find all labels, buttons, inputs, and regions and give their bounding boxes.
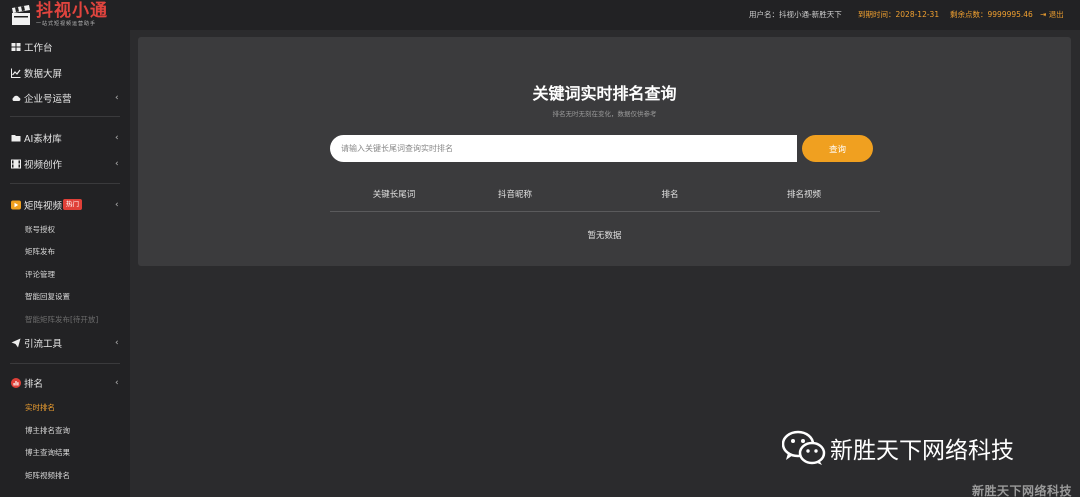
query-button[interactable]: 查询 — [802, 135, 873, 162]
folder-icon — [11, 133, 21, 143]
logo-subtitle: 一站式短视频运营助手 — [36, 21, 97, 27]
sidebar-item-workbench[interactable]: 工作台 — [0, 36, 130, 58]
sidebar-item-label: AI素材库 — [24, 134, 62, 145]
sidebar: 工作台 数据大屏 企业号运营 ‹ AI素材库 ‹ 视频创作 ‹ 矩阵视频 热门 … — [0, 30, 130, 497]
sidebar-item-label: 排名 — [24, 379, 44, 390]
sidebar-item-label: 矩阵视频 — [24, 201, 63, 212]
logout-button[interactable]: ⇥ 退出 — [1040, 9, 1064, 20]
sidebar-subitem-blogger-query-result[interactable]: 博主查询结果 — [25, 447, 70, 458]
sidebar-item-data-screen[interactable]: 数据大屏 — [0, 62, 130, 84]
table-header-divider — [330, 211, 880, 212]
sidebar-subitem-matrix-video-rank[interactable]: 矩阵视频排名 — [25, 470, 70, 481]
keyword-search-input[interactable] — [330, 135, 797, 162]
sidebar-item-label: 数据大屏 — [24, 69, 63, 80]
sidebar-item-ranking[interactable]: 排名 ‹ — [0, 372, 130, 394]
sidebar-subitem-smart-reply[interactable]: 智能回复设置 — [25, 291, 70, 302]
sidebar-subitem-smart-matrix-publish: 智能矩阵发布[待开放] — [25, 315, 99, 324]
paper-plane-icon — [11, 338, 21, 348]
sidebar-item-video-create[interactable]: 视频创作 ‹ — [0, 153, 130, 175]
chevron-down-icon: ‹ — [115, 200, 119, 210]
chevron-left-icon: ‹ — [115, 93, 119, 103]
sidebar-item-ai-library[interactable]: AI素材库 ‹ — [0, 127, 130, 149]
watermark-text: 新胜天下网络科技 — [830, 438, 1014, 464]
line-chart-icon — [11, 68, 21, 78]
keyword-rank-panel: 关键词实时排名查询 排名无时无刻在变化，数据仅供参考 查询 关键长尾词 抖音昵称… — [138, 37, 1071, 266]
logout-label: 退出 — [1048, 10, 1064, 19]
sidebar-item-enterprise[interactable]: 企业号运营 ‹ — [0, 87, 130, 109]
app-logo[interactable]: 抖视小通 一站式短视频运营助手 — [10, 2, 108, 28]
sidebar-item-traffic-tools[interactable]: 引流工具 ‹ — [0, 332, 130, 354]
cloud-icon — [11, 93, 21, 103]
window-icon — [11, 42, 21, 52]
page-subtitle: 排名无时无刻在变化，数据仅供参考 — [552, 110, 657, 118]
matrix-video-icon — [11, 200, 21, 210]
column-header-keyword: 关键长尾词 — [372, 190, 416, 200]
column-header-rank-video: 排名视频 — [786, 190, 822, 200]
remaining-points-label: 剩余点数：9999995.46 — [950, 10, 1033, 19]
sidebar-divider — [10, 116, 120, 117]
sidebar-subitem-realtime-rank[interactable]: 实时排名 — [25, 402, 55, 413]
top-header: 抖视小通 一站式短视频运营助手 用户名：抖视小通-新胜天下 到期时间：2028-… — [0, 0, 1080, 30]
chevron-left-icon: ‹ — [115, 159, 119, 169]
watermark-bottom-text: 新胜天下网络科技 — [972, 484, 1073, 497]
logout-icon: ⇥ — [1040, 10, 1047, 19]
chevron-left-icon: ‹ — [115, 338, 119, 348]
ranking-icon — [11, 378, 21, 388]
column-header-rank: 排名 — [661, 190, 679, 200]
username-label: 用户名：抖视小通-新胜天下 — [749, 10, 842, 19]
sidebar-subitem-account-auth[interactable]: 账号授权 — [25, 224, 55, 235]
chevron-left-icon: ‹ — [115, 133, 119, 143]
sidebar-subitem-matrix-publish[interactable]: 矩阵发布 — [25, 246, 55, 257]
sidebar-subitem-blogger-rank-query[interactable]: 博主排名查询 — [25, 425, 70, 436]
sidebar-divider — [10, 183, 120, 184]
watermark: 新胜天下网络科技 — [781, 430, 1014, 466]
page-title: 关键词实时排名查询 — [532, 84, 677, 103]
sidebar-item-label: 视频创作 — [24, 160, 63, 171]
chevron-down-icon: ‹ — [115, 378, 119, 388]
hot-badge: 热门 — [63, 199, 82, 210]
empty-state-text: 暂无数据 — [587, 231, 622, 241]
sidebar-subitem-comment-manage[interactable]: 评论管理 — [25, 269, 55, 280]
sidebar-item-label: 工作台 — [24, 43, 53, 54]
sidebar-item-label: 企业号运营 — [24, 94, 72, 105]
sidebar-item-matrix-video[interactable]: 矩阵视频 热门 ‹ — [0, 194, 130, 216]
expire-date-label: 到期时间：2028-12-31 — [858, 10, 940, 19]
wechat-icon — [781, 430, 826, 466]
clapperboard-icon — [10, 4, 32, 26]
film-icon — [11, 159, 21, 169]
sidebar-divider — [10, 363, 120, 364]
logo-title: 抖视小通 — [36, 1, 108, 21]
sidebar-item-label: 引流工具 — [24, 339, 63, 350]
column-header-douyin-nickname: 抖音昵称 — [497, 190, 533, 200]
